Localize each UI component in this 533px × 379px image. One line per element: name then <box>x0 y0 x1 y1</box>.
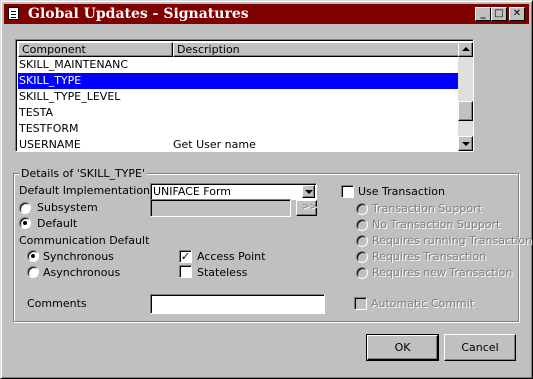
automatic-commit-label: Automatic Commit <box>371 297 475 310</box>
dropdown-button[interactable] <box>302 185 315 198</box>
list-item[interactable]: TESTFORM <box>18 121 458 137</box>
minimize-icon: _ <box>480 8 486 19</box>
browse-button[interactable]: >> <box>296 200 317 216</box>
subsystem-label: Subsystem <box>37 201 98 214</box>
close-button[interactable]: ✕ <box>509 7 525 21</box>
comments-input[interactable] <box>150 294 325 314</box>
minimize-button[interactable]: _ <box>475 7 491 21</box>
requires-running-transaction-radio[interactable] <box>356 235 368 247</box>
requires-new-transaction-radio[interactable] <box>356 267 368 279</box>
default-implementation-label: Default Implementation <box>19 184 151 197</box>
arrow-down-icon <box>462 142 470 146</box>
document-icon <box>8 7 19 20</box>
default-implementation-select[interactable]: UNIFACE Form <box>150 183 317 200</box>
asynchronous-radio[interactable] <box>27 266 39 278</box>
default-implementation-value: UNIFACE Form <box>153 185 232 198</box>
maximize-icon: □ <box>494 8 504 19</box>
access-point-checkbox[interactable]: ✓ <box>179 250 192 263</box>
transaction-support-radio[interactable] <box>356 203 368 215</box>
default-radio[interactable] <box>19 217 31 229</box>
requires-transaction-radio[interactable] <box>356 251 368 263</box>
requires-running-transaction-label: Requires running Transaction <box>372 234 533 247</box>
ok-button[interactable]: OK <box>367 335 438 360</box>
access-point-label: Access Point <box>197 250 266 263</box>
dialog-window: Global Updates - Signatures _ □ ✕ Compon… <box>0 0 533 379</box>
maximize-button[interactable]: □ <box>491 7 507 21</box>
ok-button-frame[interactable]: OK <box>366 334 439 361</box>
scroll-thumb[interactable] <box>458 101 473 121</box>
synchronous-label: Synchronous <box>43 250 114 263</box>
requires-new-transaction-label: Requires new Transaction <box>372 266 513 279</box>
list-item-selected[interactable]: SKILL_TYPE <box>18 73 458 89</box>
window-title: Global Updates - Signatures <box>28 6 249 22</box>
default-label: Default <box>37 217 78 230</box>
subsystem-radio[interactable] <box>19 202 31 214</box>
subsystem-field[interactable] <box>150 199 291 217</box>
stateless-label: Stateless <box>197 266 248 279</box>
list-item[interactable]: SKILL_MAINTENANC <box>18 57 458 73</box>
automatic-commit-checkbox[interactable] <box>354 297 367 310</box>
title-bar[interactable]: Global Updates - Signatures _ □ ✕ <box>4 4 529 24</box>
chevron-down-icon <box>305 190 313 194</box>
cancel-button[interactable]: Cancel <box>444 334 516 361</box>
component-list[interactable]: Component Description SKILL_MAINTENANC S… <box>15 39 474 152</box>
details-group-label: Details of 'SKILL_TYPE' <box>19 167 147 180</box>
column-header-component[interactable]: Component <box>18 42 173 57</box>
use-transaction-label: Use Transaction <box>358 185 445 198</box>
stateless-checkbox[interactable] <box>179 265 192 278</box>
list-item[interactable]: SKILL_TYPE_LEVEL <box>18 89 458 105</box>
scroll-up-button[interactable] <box>458 42 473 57</box>
use-transaction-checkbox[interactable] <box>341 185 354 198</box>
transaction-support-label: Transaction Support <box>372 202 482 215</box>
scroll-down-button[interactable] <box>458 136 473 151</box>
synchronous-radio[interactable] <box>27 250 39 262</box>
comments-label: Comments <box>27 297 87 310</box>
vertical-scrollbar[interactable] <box>458 42 473 151</box>
column-header-description[interactable]: Description <box>173 42 470 57</box>
requires-transaction-label: Requires Transaction <box>372 250 487 263</box>
no-transaction-support-radio[interactable] <box>356 219 368 231</box>
list-item[interactable]: TESTA <box>18 105 458 121</box>
list-item[interactable]: USERNAME Get User name <box>18 137 458 153</box>
no-transaction-support-label: No Transaction Support <box>372 218 501 231</box>
asynchronous-label: Asynchronous <box>43 266 121 279</box>
communication-default-label: Communication Default <box>19 234 150 247</box>
arrow-up-icon <box>462 47 470 51</box>
close-icon: ✕ <box>512 8 522 19</box>
